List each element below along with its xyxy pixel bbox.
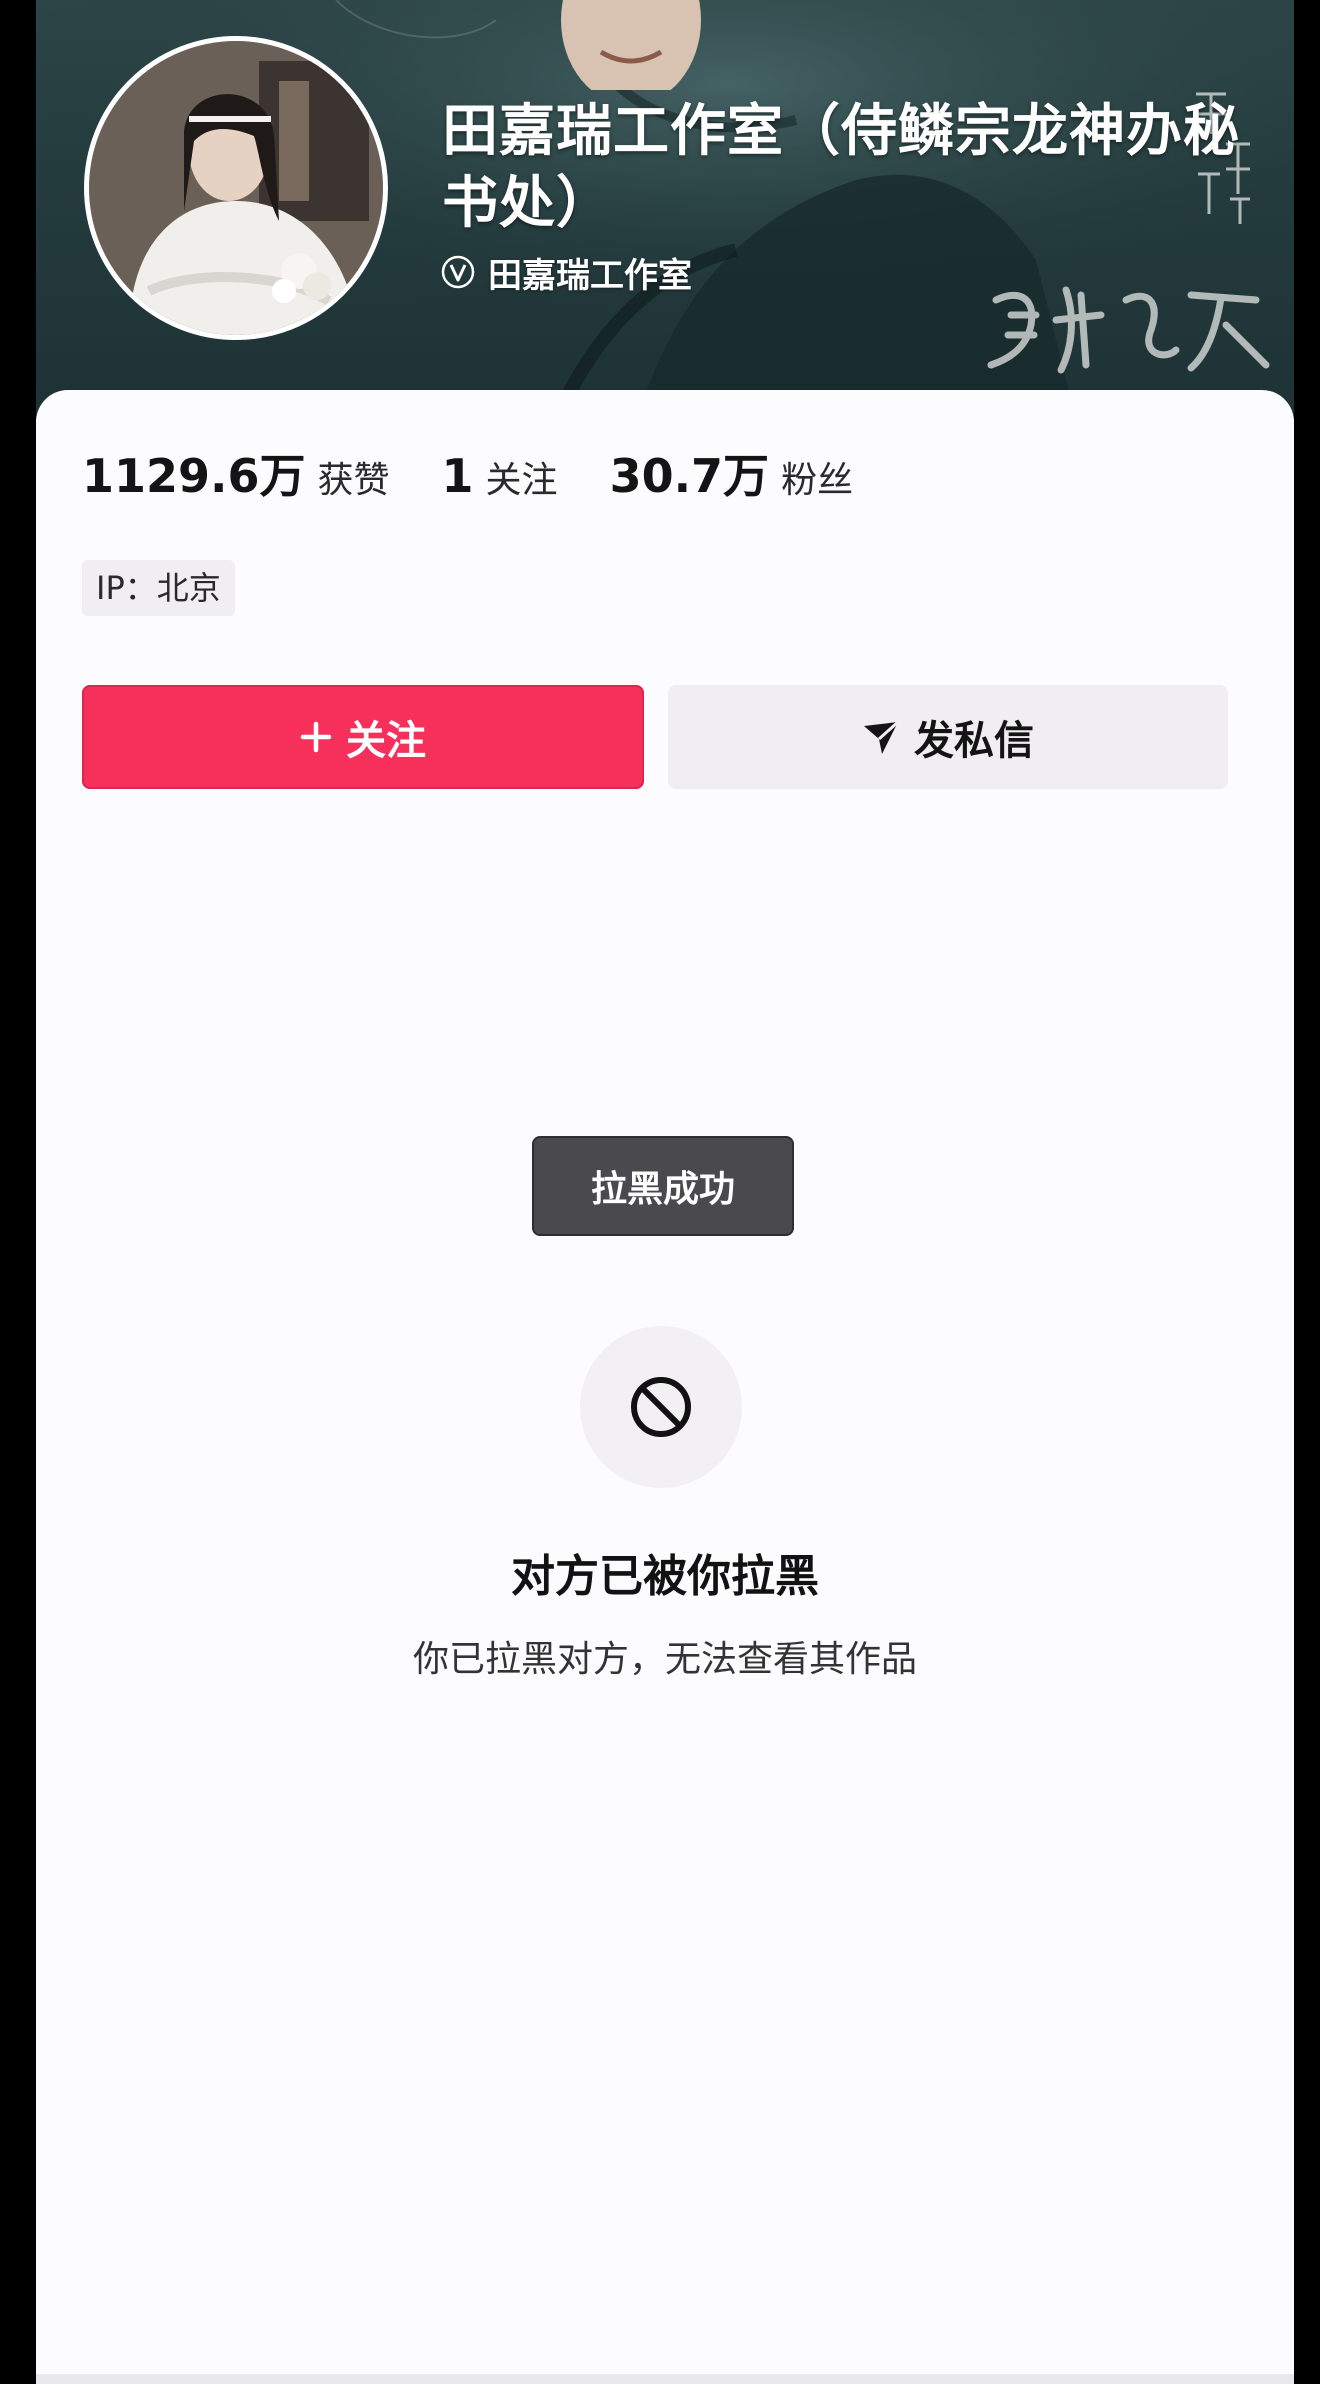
follow-button[interactable]: 关注 (82, 685, 644, 789)
banner-portrait-image (561, 0, 701, 90)
profile-name: 田嘉瑞工作室（侍鳞宗龙神办秘书处） (442, 99, 1240, 236)
plus-icon (300, 721, 332, 753)
profile-banner: 田嘉瑞工作室（侍鳞宗龙神办秘书处） 田嘉瑞工作室 (36, 0, 1294, 420)
profile-page: 田嘉瑞工作室（侍鳞宗龙神办秘书处） 田嘉瑞工作室 1129.6万 获赞 1 关注… (36, 0, 1294, 2384)
stat-followers-value: 30.7万 (609, 449, 770, 503)
message-button-label: 发私信 (914, 718, 1034, 764)
profile-card: 1129.6万 获赞 1 关注 30.7万 粉丝 IP：北京 关注 发私信 拉黑… (36, 390, 1294, 2384)
stat-following-value: 1 (441, 449, 474, 503)
block-circle-icon (631, 1377, 691, 1437)
verified-row: 田嘉瑞工作室 (440, 250, 692, 296)
stat-following-label: 关注 (485, 460, 558, 501)
blocked-icon-container (580, 1326, 742, 1488)
toast-notification: 拉黑成功 (532, 1136, 794, 1236)
verified-v-icon (441, 255, 475, 289)
profile-stats: 1129.6万 获赞 1 关注 30.7万 粉丝 (82, 440, 905, 506)
avatar[interactable] (84, 36, 388, 340)
follow-button-label: 关注 (346, 718, 426, 764)
stat-likes[interactable]: 1129.6万 获赞 (82, 440, 390, 506)
verified-label: 田嘉瑞工作室 (488, 255, 692, 296)
avatar-image (89, 41, 383, 335)
stat-likes-label: 获赞 (317, 460, 390, 501)
bottom-edge (36, 2374, 1294, 2384)
send-arrow-icon (864, 720, 900, 754)
banner-calligraphy-logo (987, 286, 1270, 374)
ip-location-tag: IP：北京 (82, 560, 235, 616)
stat-followers-label: 粉丝 (781, 460, 854, 501)
blocked-title: 对方已被你拉黑 (511, 1551, 819, 1602)
message-button[interactable]: 发私信 (668, 685, 1228, 789)
stat-followers[interactable]: 30.7万 粉丝 (610, 440, 854, 506)
stat-likes-value: 1129.6万 (82, 449, 306, 503)
stat-following[interactable]: 1 关注 (442, 449, 558, 503)
blocked-description: 你已拉黑对方，无法查看其作品 (412, 1639, 917, 1680)
